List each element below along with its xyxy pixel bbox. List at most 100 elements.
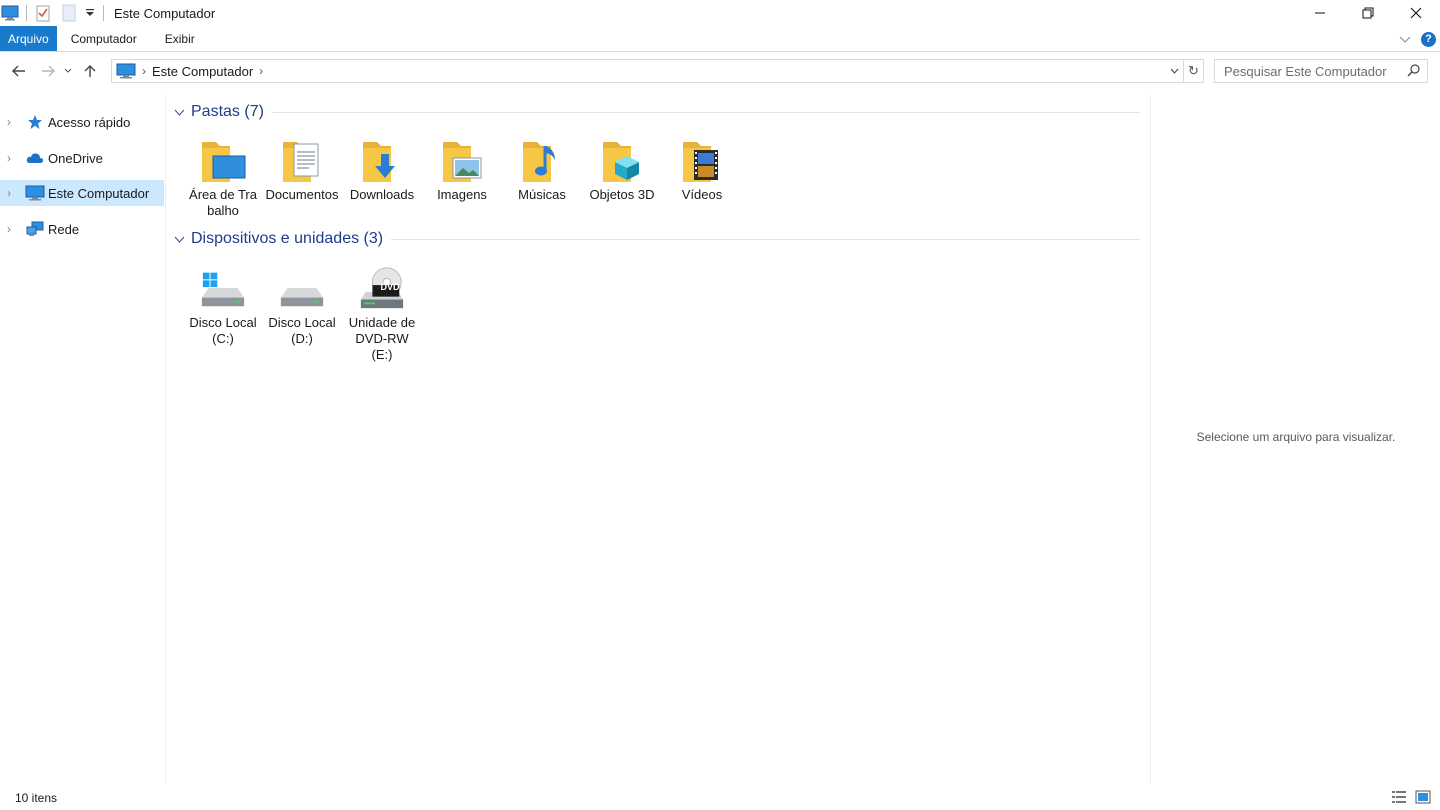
navigation-row: › Este Computador › ↻ Pesquisar Este Com… <box>0 56 1440 86</box>
documents-folder-icon <box>278 132 326 184</box>
computer-icon <box>116 63 136 79</box>
folder-downloads[interactable]: Downloads <box>345 132 419 203</box>
content-area: Pastas (7) Área de Trabalho Documentos D… <box>168 94 1148 784</box>
chevron-right-icon[interactable]: › <box>7 186 17 200</box>
network-icon <box>25 220 45 238</box>
close-button[interactable] <box>1392 0 1440 26</box>
nav-item-label: Acesso rápido <box>48 114 131 130</box>
chevron-right-icon[interactable]: › <box>142 64 146 78</box>
address-dropdown-icon[interactable] <box>1165 60 1183 82</box>
folder-label: Documentos <box>265 187 339 202</box>
large-icons-view-icon[interactable] <box>1414 788 1432 806</box>
folder-label: Downloads <box>349 187 415 202</box>
group-header-dispositivos[interactable]: Dispositivos e unidades (3) <box>174 228 1140 250</box>
group-title: Dispositivos e unidades (3) <box>191 230 384 247</box>
minimize-button[interactable] <box>1296 0 1344 26</box>
preview-pane: Selecione um arquivo para visualizar. <box>1150 94 1440 784</box>
nav-item-label: Rede <box>48 221 80 237</box>
quick-access-toolbar <box>0 0 110 26</box>
tab-exibir[interactable]: Exibir <box>151 26 209 51</box>
folder-area-de-trabalho[interactable]: Área de Trabalho <box>186 132 260 219</box>
expand-ribbon-icon[interactable] <box>1399 32 1411 47</box>
downloads-folder-icon <box>358 132 406 184</box>
nav-item-acesso-rapido[interactable]: › Acesso rápido <box>0 109 164 135</box>
search-icon[interactable] <box>1407 63 1421 80</box>
videos-folder-icon <box>678 132 726 184</box>
folder-label: Objetos 3D <box>589 187 655 202</box>
search-input[interactable]: Pesquisar Este Computador <box>1214 59 1428 83</box>
customize-toolbar-icon[interactable] <box>83 3 97 23</box>
music-folder-icon <box>518 132 566 184</box>
ribbon-right-controls: ? <box>1399 26 1436 52</box>
folder-label: Vídeos <box>681 187 723 202</box>
help-icon[interactable]: ? <box>1421 31 1436 47</box>
preview-message: Selecione um arquivo para visualizar. <box>1196 430 1396 444</box>
navigation-pane: › Acesso rápido › OneDrive › Este Comput… <box>0 94 166 784</box>
nav-item-label: Este Computador <box>48 185 150 201</box>
nav-item-label: OneDrive <box>48 150 103 166</box>
back-button[interactable] <box>8 60 30 82</box>
window-title: Este Computador <box>114 5 216 21</box>
drive-label: Disco Local (D:) <box>268 315 336 346</box>
details-view-icon[interactable] <box>1390 788 1408 806</box>
folder-label: Área de Trabalho <box>189 187 257 218</box>
address-bar[interactable]: › Este Computador › ↻ <box>111 59 1204 83</box>
restore-button[interactable] <box>1344 0 1392 26</box>
drive-label: Disco Local (C:) <box>189 315 257 346</box>
nav-item-este-computador[interactable]: › Este Computador <box>0 180 164 206</box>
tab-computador[interactable]: Computador <box>57 26 151 51</box>
breadcrumb-este-computador[interactable]: Este Computador <box>152 64 253 79</box>
nav-item-onedrive[interactable]: › OneDrive <box>0 145 164 171</box>
up-button[interactable] <box>79 60 101 82</box>
windows-drive-icon <box>199 260 247 312</box>
address-bar-controls: ↻ <box>1165 60 1203 82</box>
computer-icon <box>25 184 45 202</box>
tab-arquivo[interactable]: Arquivo <box>0 26 57 51</box>
folder-musicas[interactable]: Músicas <box>505 132 579 203</box>
folder-videos[interactable]: Vídeos <box>665 132 739 203</box>
chevron-right-icon[interactable]: › <box>259 64 263 78</box>
properties-icon[interactable] <box>33 3 53 23</box>
recent-locations-button[interactable] <box>61 60 75 82</box>
ribbon-tabs: Arquivo Computador Exibir ? <box>0 26 1440 52</box>
view-toggle <box>1390 788 1432 806</box>
chevron-down-icon[interactable] <box>174 232 188 246</box>
chevron-right-icon[interactable]: › <box>7 115 17 129</box>
drive-icon <box>278 260 326 312</box>
pictures-folder-icon <box>438 132 486 184</box>
desktop-folder-icon <box>199 132 247 184</box>
folder-imagens[interactable]: Imagens <box>425 132 499 203</box>
toolbar-divider <box>26 5 27 21</box>
dvd-drive-icon: DVD <box>358 260 406 312</box>
search-placeholder: Pesquisar Este Computador <box>1224 63 1387 79</box>
group-divider <box>271 111 1140 113</box>
star-icon <box>25 113 45 131</box>
chevron-right-icon[interactable]: › <box>7 151 17 165</box>
item-count: 10 itens <box>15 791 58 805</box>
new-folder-icon[interactable] <box>59 3 79 23</box>
window-controls <box>1296 0 1440 26</box>
title-bar: Este Computador <box>0 0 1440 26</box>
folder-label: Músicas <box>518 187 566 202</box>
nav-item-rede[interactable]: › Rede <box>0 216 164 242</box>
group-header-pastas[interactable]: Pastas (7) <box>174 101 1140 123</box>
toolbar-divider <box>103 5 104 21</box>
chevron-down-icon[interactable] <box>174 105 188 119</box>
refresh-button[interactable]: ↻ <box>1183 60 1203 82</box>
computer-icon[interactable] <box>0 3 20 23</box>
chevron-right-icon[interactable]: › <box>7 222 17 236</box>
forward-button[interactable] <box>37 60 59 82</box>
drive-label: Unidade de DVD-RW (E:) <box>348 315 416 362</box>
status-bar: 10 itens <box>0 786 1440 810</box>
folder-objetos-3d[interactable]: Objetos 3D <box>585 132 659 203</box>
3d-objects-folder-icon <box>598 132 646 184</box>
folder-documentos[interactable]: Documentos <box>265 132 339 203</box>
cloud-icon <box>25 149 45 167</box>
dvd-badge: DVD <box>380 282 400 292</box>
folder-label: Imagens <box>437 187 487 202</box>
drive-disco-local-d[interactable]: Disco Local (D:) <box>265 260 339 347</box>
drive-disco-local-c[interactable]: Disco Local (C:) <box>186 260 260 347</box>
group-title: Pastas (7) <box>191 103 264 120</box>
drive-unidade-dvd-rw[interactable]: DVD Unidade de DVD-RW (E:) <box>345 260 419 363</box>
group-divider <box>391 238 1140 240</box>
